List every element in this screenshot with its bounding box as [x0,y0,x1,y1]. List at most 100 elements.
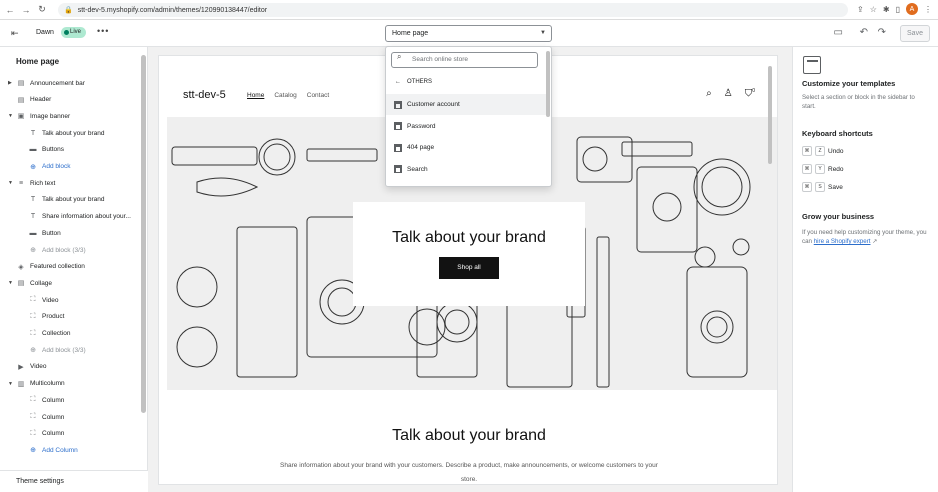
section-icon: ▤ [17,96,25,104]
redo-icon[interactable]: ↷ [878,27,886,38]
sidebar-block-item[interactable]: ⛶ Product [28,309,65,325]
dropdown-item[interactable]: Password [386,116,546,137]
browser-menu-icon[interactable]: ⋮ [924,5,932,14]
nav-link-contact[interactable]: Contact [307,92,329,99]
sidebar-item-label: Add Column [42,446,78,454]
frame-icon: ⛶ [30,312,36,320]
sidebar-block-item[interactable]: ⛶ Column [28,409,65,425]
sidebar-item-label: Video [42,296,59,304]
chevron-down-icon[interactable]: ▼ [8,381,16,387]
columns-icon: ▥ [17,380,25,388]
exit-icon[interactable]: ⇤ [11,28,19,39]
nav-link-catalog[interactable]: Catalog [274,92,296,99]
chevron-down-icon[interactable]: ▼ [8,280,16,286]
sidebar-section-item[interactable]: ◈ Featured collection [8,259,85,275]
shop-all-button[interactable]: Shop all [439,257,499,279]
save-button[interactable]: Save [900,25,930,42]
sidebar-block-item[interactable]: ▬ Button [28,225,61,241]
add-block-button[interactable]: ⊕ Add Column [28,442,78,458]
ctrl-key-icon: ⌘ [802,164,812,174]
info-panel: Customize your templates Select a sectio… [792,47,938,492]
sidebar-block-item[interactable]: T Talk about your brand [28,125,105,141]
frame-icon: ⛶ [30,413,36,420]
sidebar-item-label: Image banner [30,112,71,120]
undo-icon[interactable]: ↶ [860,27,868,38]
store-name[interactable]: stt-dev-5 [183,89,226,101]
dropdown-item-label: Password [407,122,436,130]
sidebar-section-item[interactable]: ▼ ▥ Multicolumn [8,376,65,392]
sidebar-section-item[interactable]: ▼ ▤ Collage [8,275,52,291]
sidebar-block-item[interactable]: ⛶ Collection [28,326,71,342]
search-icon[interactable]: ⌕ [706,88,712,99]
sidebar-section-item[interactable]: ▼ ≡ Rich text [8,175,55,191]
sidebar-item-label: Featured collection [30,263,85,271]
rich-text-heading[interactable]: Talk about your brand [159,427,777,445]
forward-arrow-icon[interactable]: → [20,5,32,15]
preview-scrollbar[interactable] [768,66,772,164]
sidebar-block-item[interactable]: ⛶ Column [28,392,65,408]
sidebar-block-item[interactable]: T Talk about your brand [28,192,105,208]
device-preview-icon[interactable]: ▭ [834,27,843,38]
sidebar-block-item[interactable]: ⛶ Column [28,426,65,442]
chevron-down-icon[interactable]: ▼ [8,180,16,186]
dropdown-item[interactable]: Customer account [386,94,546,115]
play-icon: ▶ [18,363,24,371]
sidebar-block-item[interactable]: ⛶ Video [28,292,59,308]
back-to-others[interactable]: ← OTHERS [395,79,432,85]
section-icon: ▤ [17,80,25,87]
shortcut-key: Z [815,146,825,156]
dropdown-item[interactable]: 404 page [386,137,546,158]
hero-heading[interactable]: Talk about your brand [353,229,585,247]
shortcut-label: Redo [828,165,844,173]
sidebar-item-label: Buttons [42,146,65,154]
sidebar-section-item[interactable]: ▶ ▤ Announcement bar [8,75,85,91]
dropdown-item[interactable]: Search [386,159,546,180]
sidebar-block-item[interactable]: T Share information about your... [28,209,131,225]
sidebar-section-item[interactable]: ▼ ▣ Image banner [8,108,70,124]
sidebar-scrollbar[interactable] [141,55,146,413]
lock-icon: 🔒 [64,7,73,14]
profile-avatar[interactable]: A [906,3,918,15]
sidebar-item-label: Collage [30,279,53,287]
richtext-icon: ≡ [18,179,24,187]
sidebar-item-label: Video [30,363,47,371]
search-icon: ⌕ [397,52,402,61]
sidebar-item-label: Add block [42,163,71,170]
chevron-down-icon[interactable]: ▼ [8,113,16,119]
url-text: stt-dev-5.myshopify.com/admin/themes/120… [77,6,268,14]
sidebar-section-item[interactable]: ▤ Header [8,92,52,108]
bookmark-star-icon[interactable]: ☆ [870,5,877,14]
shortcut-save: ⌘ S Save [802,182,843,192]
page-selector[interactable]: Home page ▼ [385,25,552,42]
shortcut-label: Undo [828,147,844,155]
buttons-icon: ▬ [29,146,37,154]
more-actions-icon[interactable]: ••• [97,26,109,36]
add-block-button: ⊕ Add block (3/3) [28,342,86,358]
search-input[interactable]: Search online store [391,52,538,68]
dropdown-scrollbar[interactable] [546,51,550,117]
reload-icon[interactable]: ↻ [36,4,48,15]
chevron-right-icon[interactable]: ▶ [8,80,16,86]
share-icon[interactable]: ⇪ [857,5,864,14]
sidebar-item-label: Button [42,229,61,237]
rich-text-body[interactable]: Share information about your brand with … [279,459,659,484]
shortcut-redo: ⌘ Y Redo [802,164,844,174]
plus-icon: ⊕ [30,247,36,254]
template-icon [803,56,821,74]
sidebar-block-item[interactable]: ▬ Buttons [28,142,65,158]
address-bar[interactable]: 🔒 stt-dev-5.myshopify.com/admin/themes/1… [58,3,848,17]
sidebar-title: Home page [16,57,60,66]
sidebar-section-item[interactable]: ▶ Video [8,359,47,375]
sidebar-item-label: Product [42,313,65,321]
nav-link-home[interactable]: Home [247,92,264,99]
theme-settings-button[interactable]: Theme settings [0,470,148,492]
back-arrow-icon[interactable]: ← [4,5,16,15]
add-block-button[interactable]: ⊕ Add block [28,159,71,175]
tag-icon: ◈ [18,263,24,271]
cart-icon[interactable]: ⛉0 [745,88,755,99]
extensions-icon[interactable]: ✱ [883,5,890,14]
sidebar-icon[interactable]: ▯ [896,5,900,14]
hire-expert-link[interactable]: hire a Shopify expert [814,238,871,245]
shortcut-undo: ⌘ Z Undo [802,146,844,156]
account-icon[interactable]: ♙ [724,88,733,99]
